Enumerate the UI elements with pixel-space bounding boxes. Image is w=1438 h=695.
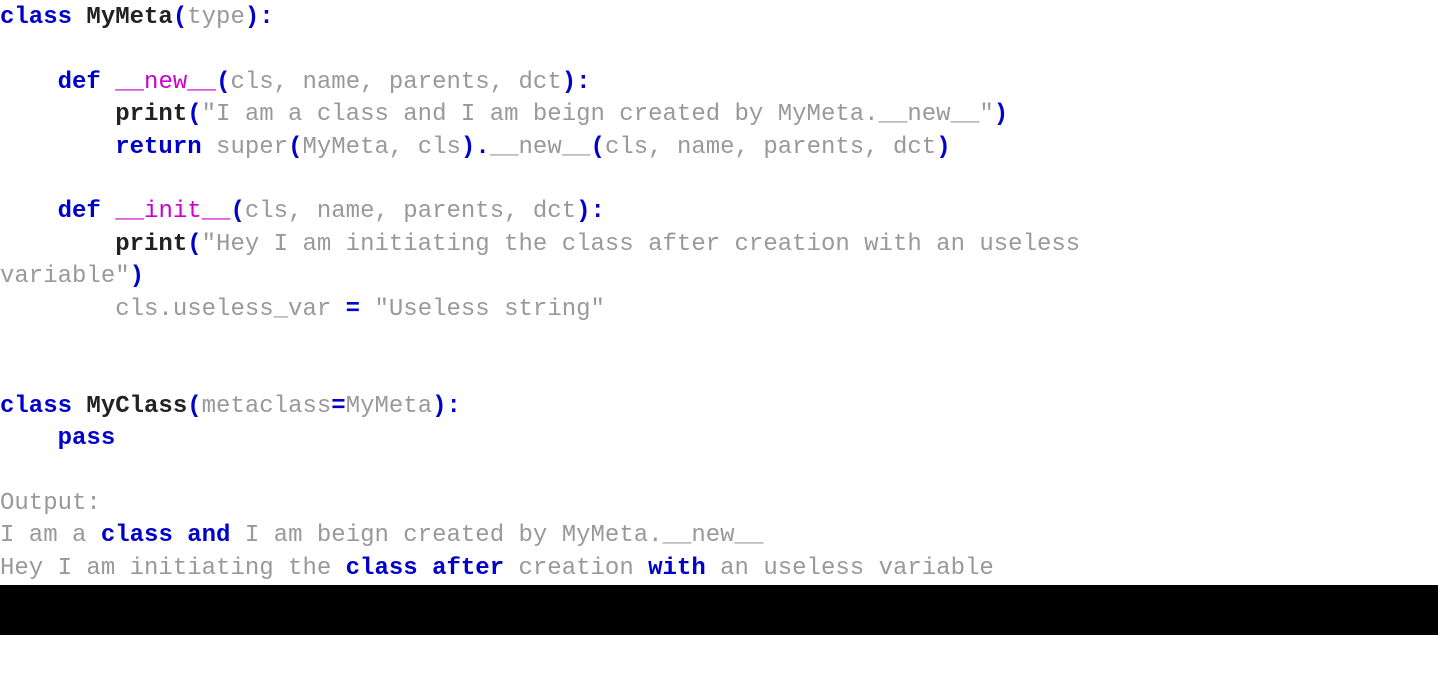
out2-kw-with: with <box>648 555 706 582</box>
metaclass-val: MyMeta <box>346 393 432 420</box>
kw-class-2: class <box>0 393 72 420</box>
output-label: Output: <box>0 490 101 517</box>
dunder-new: __new__ <box>115 69 216 96</box>
out2-kw-after: after <box>432 555 504 582</box>
kw-def: def <box>58 69 101 96</box>
params-new: cls, name, parents, dct <box>230 69 561 96</box>
params-init: cls, name, parents, dct <box>245 198 576 225</box>
id-print: print <box>115 101 187 128</box>
out1-kw-class: class <box>101 522 173 549</box>
out1-kw-and: and <box>187 522 230 549</box>
code-block: class MyMeta(type): def __new__(cls, nam… <box>0 0 1223 585</box>
out2-b: creation <box>504 555 648 582</box>
id-type: type <box>187 4 245 31</box>
out2-c: an useless variable <box>706 555 994 582</box>
super-args: MyMeta, cls <box>302 134 460 161</box>
out2-kw-class: class <box>346 555 418 582</box>
equals: = <box>346 296 360 323</box>
kw-return: return <box>115 134 201 161</box>
kw-def-2: def <box>58 198 101 225</box>
code-content: class MyMeta(type): def __new__(cls, nam… <box>0 2 1223 585</box>
id-metaclass: metaclass <box>202 393 332 420</box>
out1-b: I am beign created by MyMeta.__new__ <box>230 522 763 549</box>
out2-a: Hey I am initiating the <box>0 555 346 582</box>
str-init-a: "Hey I am initiating the class after cre… <box>202 231 1095 258</box>
super-call-args: cls, name, parents, dct <box>605 134 936 161</box>
assign-target: cls.useless_var <box>115 296 331 323</box>
out1-a: I am a <box>0 522 101 549</box>
dunder-init: __init__ <box>115 198 230 225</box>
str-init-b: variable" <box>0 263 130 290</box>
dunder-new-call: __new__ <box>490 134 591 161</box>
assign-value: "Useless string" <box>374 296 604 323</box>
open-paren: ( <box>173 4 187 31</box>
class-name-MyClass: MyClass <box>86 393 187 420</box>
str-new: "I am a class and I am beign created by … <box>202 101 994 128</box>
kw-pass: pass <box>58 425 116 452</box>
id-print-2: print <box>115 231 187 258</box>
class-name-MyMeta: MyMeta <box>86 4 172 31</box>
bottom-black-strip <box>0 585 1438 635</box>
colon: : <box>259 4 273 31</box>
kw-class: class <box>0 4 72 31</box>
id-super: super <box>216 134 288 161</box>
close-paren: ) <box>245 4 259 31</box>
